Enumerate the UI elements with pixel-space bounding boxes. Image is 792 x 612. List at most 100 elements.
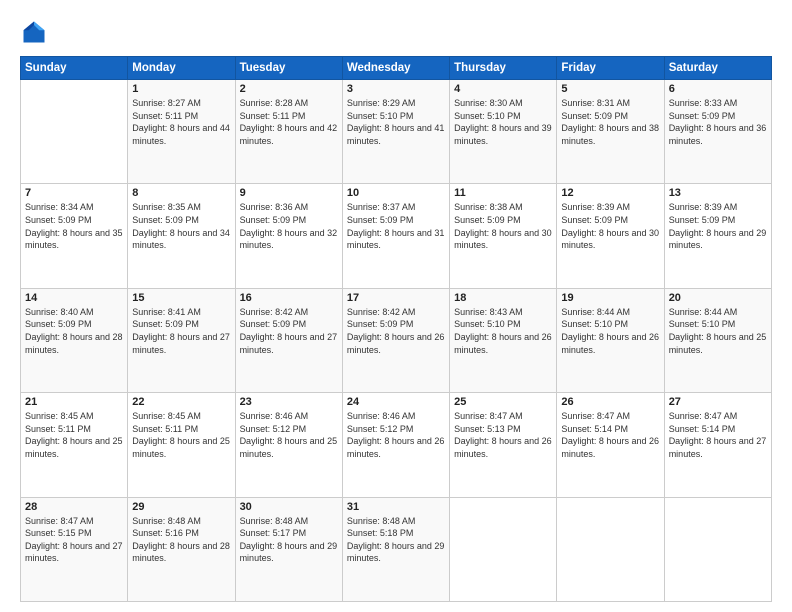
calendar-cell: 27 Sunrise: 8:47 AMSunset: 5:14 PMDayligh… (664, 393, 771, 497)
day-number: 25 (454, 396, 552, 408)
calendar-cell: 4 Sunrise: 8:30 AMSunset: 5:10 PMDaylight… (450, 80, 557, 184)
day-number: 15 (132, 292, 230, 304)
calendar-cell: 6 Sunrise: 8:33 AMSunset: 5:09 PMDaylight… (664, 80, 771, 184)
calendar-cell: 11 Sunrise: 8:38 AMSunset: 5:09 PMDayligh… (450, 184, 557, 288)
calendar-cell (450, 497, 557, 601)
day-number: 2 (240, 83, 338, 95)
day-info: Sunrise: 8:47 AMSunset: 5:14 PMDaylight:… (669, 410, 767, 460)
calendar-week-1: 1 Sunrise: 8:27 AMSunset: 5:11 PMDaylight… (21, 80, 772, 184)
calendar-cell: 23 Sunrise: 8:46 AMSunset: 5:12 PMDayligh… (235, 393, 342, 497)
day-number: 9 (240, 187, 338, 199)
calendar-cell: 31 Sunrise: 8:48 AMSunset: 5:18 PMDayligh… (342, 497, 449, 601)
day-number: 17 (347, 292, 445, 304)
day-info: Sunrise: 8:44 AMSunset: 5:10 PMDaylight:… (561, 306, 659, 356)
calendar-cell: 28 Sunrise: 8:47 AMSunset: 5:15 PMDayligh… (21, 497, 128, 601)
calendar-cell (21, 80, 128, 184)
day-number: 1 (132, 83, 230, 95)
day-info: Sunrise: 8:28 AMSunset: 5:11 PMDaylight:… (240, 97, 338, 147)
day-info: Sunrise: 8:45 AMSunset: 5:11 PMDaylight:… (25, 410, 123, 460)
day-info: Sunrise: 8:46 AMSunset: 5:12 PMDaylight:… (240, 410, 338, 460)
day-number: 14 (25, 292, 123, 304)
day-info: Sunrise: 8:35 AMSunset: 5:09 PMDaylight:… (132, 201, 230, 251)
calendar-cell: 26Sunrise: 8:47 AMSunset: 5:14 PMDayligh… (557, 393, 664, 497)
day-number: 24 (347, 396, 445, 408)
day-number: 31 (347, 501, 445, 513)
day-info: Sunrise: 8:47 AMSunset: 5:15 PMDaylight:… (25, 515, 123, 565)
calendar-cell: 2 Sunrise: 8:28 AMSunset: 5:11 PMDaylight… (235, 80, 342, 184)
day-number: 18 (454, 292, 552, 304)
calendar-cell: 14 Sunrise: 8:40 AMSunset: 5:09 PMDayligh… (21, 288, 128, 392)
day-info: Sunrise: 8:48 AMSunset: 5:16 PMDaylight:… (132, 515, 230, 565)
page: SundayMondayTuesdayWednesdayThursdayFrid… (0, 0, 792, 612)
logo (20, 18, 52, 46)
day-info: Sunrise: 8:39 AMSunset: 5:09 PMDaylight:… (561, 201, 659, 251)
day-info: Sunrise: 8:37 AMSunset: 5:09 PMDaylight:… (347, 201, 445, 251)
day-number: 29 (132, 501, 230, 513)
calendar-cell: 30 Sunrise: 8:48 AMSunset: 5:17 PMDayligh… (235, 497, 342, 601)
day-number: 19 (561, 292, 659, 304)
calendar-cell: 3 Sunrise: 8:29 AMSunset: 5:10 PMDaylight… (342, 80, 449, 184)
day-info: Sunrise: 8:31 AMSunset: 5:09 PMDaylight:… (561, 97, 659, 147)
day-info: Sunrise: 8:33 AMSunset: 5:09 PMDaylight:… (669, 97, 767, 147)
day-info: Sunrise: 8:30 AMSunset: 5:10 PMDaylight:… (454, 97, 552, 147)
calendar-cell: 15 Sunrise: 8:41 AMSunset: 5:09 PMDayligh… (128, 288, 235, 392)
calendar-header-wednesday: Wednesday (342, 57, 449, 80)
calendar-cell (664, 497, 771, 601)
calendar-cell: 16Sunrise: 8:42 AMSunset: 5:09 PMDayligh… (235, 288, 342, 392)
calendar-header-saturday: Saturday (664, 57, 771, 80)
day-info: Sunrise: 8:39 AMSunset: 5:09 PMDaylight:… (669, 201, 767, 251)
calendar-header-friday: Friday (557, 57, 664, 80)
day-info: Sunrise: 8:34 AMSunset: 5:09 PMDaylight:… (25, 201, 123, 251)
calendar: SundayMondayTuesdayWednesdayThursdayFrid… (20, 56, 772, 602)
day-number: 26 (561, 396, 659, 408)
day-info: Sunrise: 8:43 AMSunset: 5:10 PMDaylight:… (454, 306, 552, 356)
logo-icon (20, 18, 48, 46)
calendar-cell: 1 Sunrise: 8:27 AMSunset: 5:11 PMDaylight… (128, 80, 235, 184)
day-info: Sunrise: 8:40 AMSunset: 5:09 PMDaylight:… (25, 306, 123, 356)
day-number: 28 (25, 501, 123, 513)
calendar-week-3: 14 Sunrise: 8:40 AMSunset: 5:09 PMDayligh… (21, 288, 772, 392)
day-info: Sunrise: 8:48 AMSunset: 5:17 PMDaylight:… (240, 515, 338, 565)
calendar-cell: 5 Sunrise: 8:31 AMSunset: 5:09 PMDaylight… (557, 80, 664, 184)
day-number: 13 (669, 187, 767, 199)
day-info: Sunrise: 8:42 AMSunset: 5:09 PMDaylight:… (240, 306, 338, 356)
day-number: 3 (347, 83, 445, 95)
day-number: 21 (25, 396, 123, 408)
calendar-cell: 9Sunrise: 8:36 AMSunset: 5:09 PMDaylight… (235, 184, 342, 288)
calendar-header-row: SundayMondayTuesdayWednesdayThursdayFrid… (21, 57, 772, 80)
calendar-cell: 21 Sunrise: 8:45 AMSunset: 5:11 PMDayligh… (21, 393, 128, 497)
calendar-cell: 25 Sunrise: 8:47 AMSunset: 5:13 PMDayligh… (450, 393, 557, 497)
day-number: 8 (132, 187, 230, 199)
day-number: 11 (454, 187, 552, 199)
day-info: Sunrise: 8:41 AMSunset: 5:09 PMDaylight:… (132, 306, 230, 356)
day-number: 5 (561, 83, 659, 95)
day-info: Sunrise: 8:46 AMSunset: 5:12 PMDaylight:… (347, 410, 445, 460)
day-info: Sunrise: 8:29 AMSunset: 5:10 PMDaylight:… (347, 97, 445, 147)
day-number: 20 (669, 292, 767, 304)
day-number: 10 (347, 187, 445, 199)
day-info: Sunrise: 8:38 AMSunset: 5:09 PMDaylight:… (454, 201, 552, 251)
day-number: 27 (669, 396, 767, 408)
day-number: 6 (669, 83, 767, 95)
day-number: 30 (240, 501, 338, 513)
day-number: 4 (454, 83, 552, 95)
day-number: 12 (561, 187, 659, 199)
calendar-cell: 17Sunrise: 8:42 AMSunset: 5:09 PMDayligh… (342, 288, 449, 392)
calendar-cell: 12 Sunrise: 8:39 AMSunset: 5:09 PMDayligh… (557, 184, 664, 288)
calendar-cell: 7Sunrise: 8:34 AMSunset: 5:09 PMDaylight… (21, 184, 128, 288)
calendar-header-thursday: Thursday (450, 57, 557, 80)
day-info: Sunrise: 8:45 AMSunset: 5:11 PMDaylight:… (132, 410, 230, 460)
day-number: 22 (132, 396, 230, 408)
calendar-header-tuesday: Tuesday (235, 57, 342, 80)
calendar-cell: 13 Sunrise: 8:39 AMSunset: 5:09 PMDayligh… (664, 184, 771, 288)
calendar-cell: 29 Sunrise: 8:48 AMSunset: 5:16 PMDayligh… (128, 497, 235, 601)
calendar-cell: 22 Sunrise: 8:45 AMSunset: 5:11 PMDayligh… (128, 393, 235, 497)
calendar-cell: 19 Sunrise: 8:44 AMSunset: 5:10 PMDayligh… (557, 288, 664, 392)
day-info: Sunrise: 8:47 AMSunset: 5:13 PMDaylight:… (454, 410, 552, 460)
day-number: 23 (240, 396, 338, 408)
day-info: Sunrise: 8:44 AMSunset: 5:10 PMDaylight:… (669, 306, 767, 356)
day-info: Sunrise: 8:48 AMSunset: 5:18 PMDaylight:… (347, 515, 445, 565)
day-info: Sunrise: 8:27 AMSunset: 5:11 PMDaylight:… (132, 97, 230, 147)
calendar-cell (557, 497, 664, 601)
calendar-cell: 8 Sunrise: 8:35 AMSunset: 5:09 PMDaylight… (128, 184, 235, 288)
